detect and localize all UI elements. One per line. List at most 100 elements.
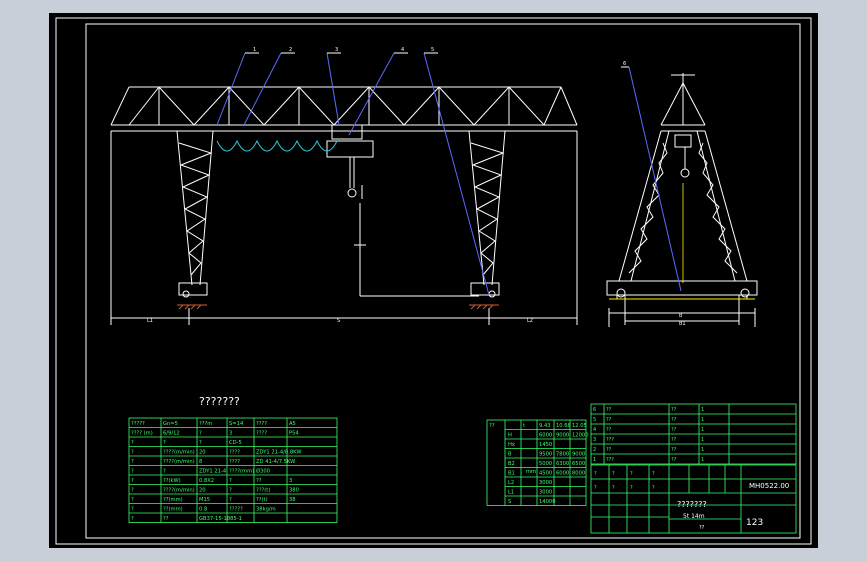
- side-view: [606, 66, 758, 327]
- parts-list-cell: ??: [606, 407, 612, 413]
- spec-table-cell: Gn=5: [163, 421, 178, 427]
- parts-list-cell: ??: [671, 457, 677, 463]
- dimension-table-value: 6500: [572, 461, 585, 467]
- dimension-table-symbol: B: [508, 452, 512, 458]
- spec-table-cell: ?: [131, 469, 134, 475]
- parts-list-cell: 4: [593, 427, 596, 433]
- dimension-table-symbol: S: [508, 499, 511, 505]
- parts-list-cell: 1: [701, 437, 704, 443]
- spec-table-cell: ?: [229, 478, 232, 484]
- spec-table-cell: ???? (m): [131, 431, 153, 437]
- spec-table-cell: ?: [131, 459, 134, 465]
- callout-1: 1: [253, 47, 256, 53]
- spec-table-cell: 38: [289, 497, 296, 503]
- spec-table-cell: ??: [163, 516, 169, 522]
- spec-table-cell: ?????: [131, 421, 145, 427]
- parts-list-cell: ??: [671, 427, 677, 433]
- dimension-table-value: 9000: [572, 452, 585, 458]
- spec-table-cell: 38kg/m: [256, 507, 276, 513]
- title-block-label: ?: [612, 471, 615, 477]
- dimension-table-value: 1450: [539, 442, 552, 448]
- parts-list-cell: ??: [606, 447, 612, 453]
- spec-table-cell: ?: [131, 497, 134, 503]
- title-block: [590, 464, 797, 534]
- spec-table-cell: ????(m/min): [163, 450, 195, 456]
- dimension-table-value: 4500: [539, 471, 552, 477]
- parts-list-cell: ??: [606, 427, 612, 433]
- spec-table: ????? Gn=5 ???m S=14???? A5 ???? (m) 6/9/12? 3?…: [128, 417, 338, 523]
- spec-table-cell: 0.8: [199, 507, 207, 513]
- spec-table-cell: 380: [289, 488, 299, 494]
- dimension-table-header: t: [523, 423, 525, 429]
- spec-table-cell: A5: [289, 421, 296, 427]
- dimension-table-header: 10.68: [556, 423, 571, 429]
- spec-table-cell: M15: [199, 497, 210, 503]
- dimension-table: ?? t 9.43 10.68 12.05H 6000 9000 12000Hx 1450B 95…: [486, 419, 589, 506]
- side-width-label: B: [679, 313, 683, 319]
- dimension-table-value: 9500: [539, 452, 552, 458]
- title-block-label: ?: [652, 485, 655, 491]
- scale-text: 5t 14m: [683, 513, 705, 520]
- spec-table-cell: ????(mm): [229, 469, 254, 475]
- drawing-sheet: S L1 L2 1 2 3 4 5 B B1 6 ??????? ????? G…: [49, 13, 818, 548]
- company-name: ??: [699, 525, 705, 531]
- spec-table-cell: ????: [229, 459, 240, 465]
- title-block-label: ?: [630, 471, 633, 477]
- left-cantilever-label: L1: [147, 318, 153, 324]
- dimension-table-value: 6300: [556, 461, 569, 467]
- spec-table-cell: 3: [289, 478, 292, 484]
- title-block-label: ?: [652, 471, 655, 477]
- spec-table-cell: ?: [131, 478, 134, 484]
- dimension-table-symbol: B2: [508, 461, 515, 467]
- spec-table-cell: ZD 41-4/7.5KW: [256, 459, 295, 465]
- spec-table-cell: S=14: [229, 421, 244, 427]
- dimension-table-symbol: L2: [508, 480, 514, 486]
- cad-drawing: S L1 L2 1 2 3 4 5 B B1 6 ??????? ????? G…: [55, 17, 812, 545]
- drawing-name: ???????: [677, 500, 707, 509]
- dimension-table-symbol: H: [508, 433, 512, 439]
- title-block-label: ?: [594, 485, 597, 491]
- spec-table-cell: ???(t): [256, 488, 270, 494]
- drawing-number: MH0522.00: [749, 482, 789, 490]
- spec-table-cell: ?: [131, 488, 134, 494]
- sheet-number: 123: [746, 518, 763, 528]
- dimension-table-value: 5000: [539, 461, 552, 467]
- spec-table-cell: ?: [131, 450, 134, 456]
- spec-table-cell: 8: [199, 459, 202, 465]
- callout-4: 4: [401, 47, 404, 53]
- parts-list-cell: 5: [593, 417, 596, 423]
- parts-list-cell: 1: [701, 427, 704, 433]
- parts-list-cell: 1: [701, 447, 704, 453]
- parts-list-cell: ??: [671, 437, 677, 443]
- spec-table-cell: 20: [199, 450, 206, 456]
- front-view-labels: S L1 L2 1 2 3 4 5: [147, 47, 533, 324]
- spec-table-cell: 6/9/12: [163, 431, 180, 437]
- parts-list-cell: ??: [671, 447, 677, 453]
- callout-3: 3: [335, 47, 338, 53]
- spec-table-cell: ?: [131, 516, 134, 522]
- parts-list-cell: 6: [593, 407, 596, 413]
- spec-table-cell: GB37-15-1885-1: [199, 516, 242, 522]
- spec-table-cell: ?: [229, 497, 232, 503]
- title-block-label: ?: [612, 485, 615, 491]
- cable-festoon: [216, 139, 338, 152]
- spec-table-cell: 3: [229, 431, 232, 437]
- spec-table-cell: ?: [199, 440, 202, 446]
- dimension-table-value: 14000: [539, 499, 556, 505]
- side-top-label: B1: [679, 321, 686, 327]
- parts-list-cell: 1: [593, 457, 596, 463]
- parts-list: 6???? 1 5???? 1 4???? 1 3????? 1 2???? 1 1????? 1: [590, 403, 797, 465]
- dimension-table-value: 6000: [539, 433, 552, 439]
- spec-table-cell: 0.8X2: [199, 478, 214, 484]
- spec-table-cell: ?: [131, 507, 134, 513]
- spec-table-cell: Ø300: [256, 468, 270, 475]
- parts-list-cell: ??: [671, 417, 677, 423]
- dimension-table-symbol: L1: [508, 490, 514, 496]
- spec-table-cell: ?: [163, 440, 166, 446]
- dimension-table-value: 7800: [556, 452, 569, 458]
- title-block-label: ?: [594, 471, 597, 477]
- dimension-table-value: 12000: [572, 433, 589, 439]
- span-label: S: [337, 318, 340, 324]
- parts-list-cell: 1: [701, 457, 704, 463]
- spec-title: ???????: [199, 395, 240, 408]
